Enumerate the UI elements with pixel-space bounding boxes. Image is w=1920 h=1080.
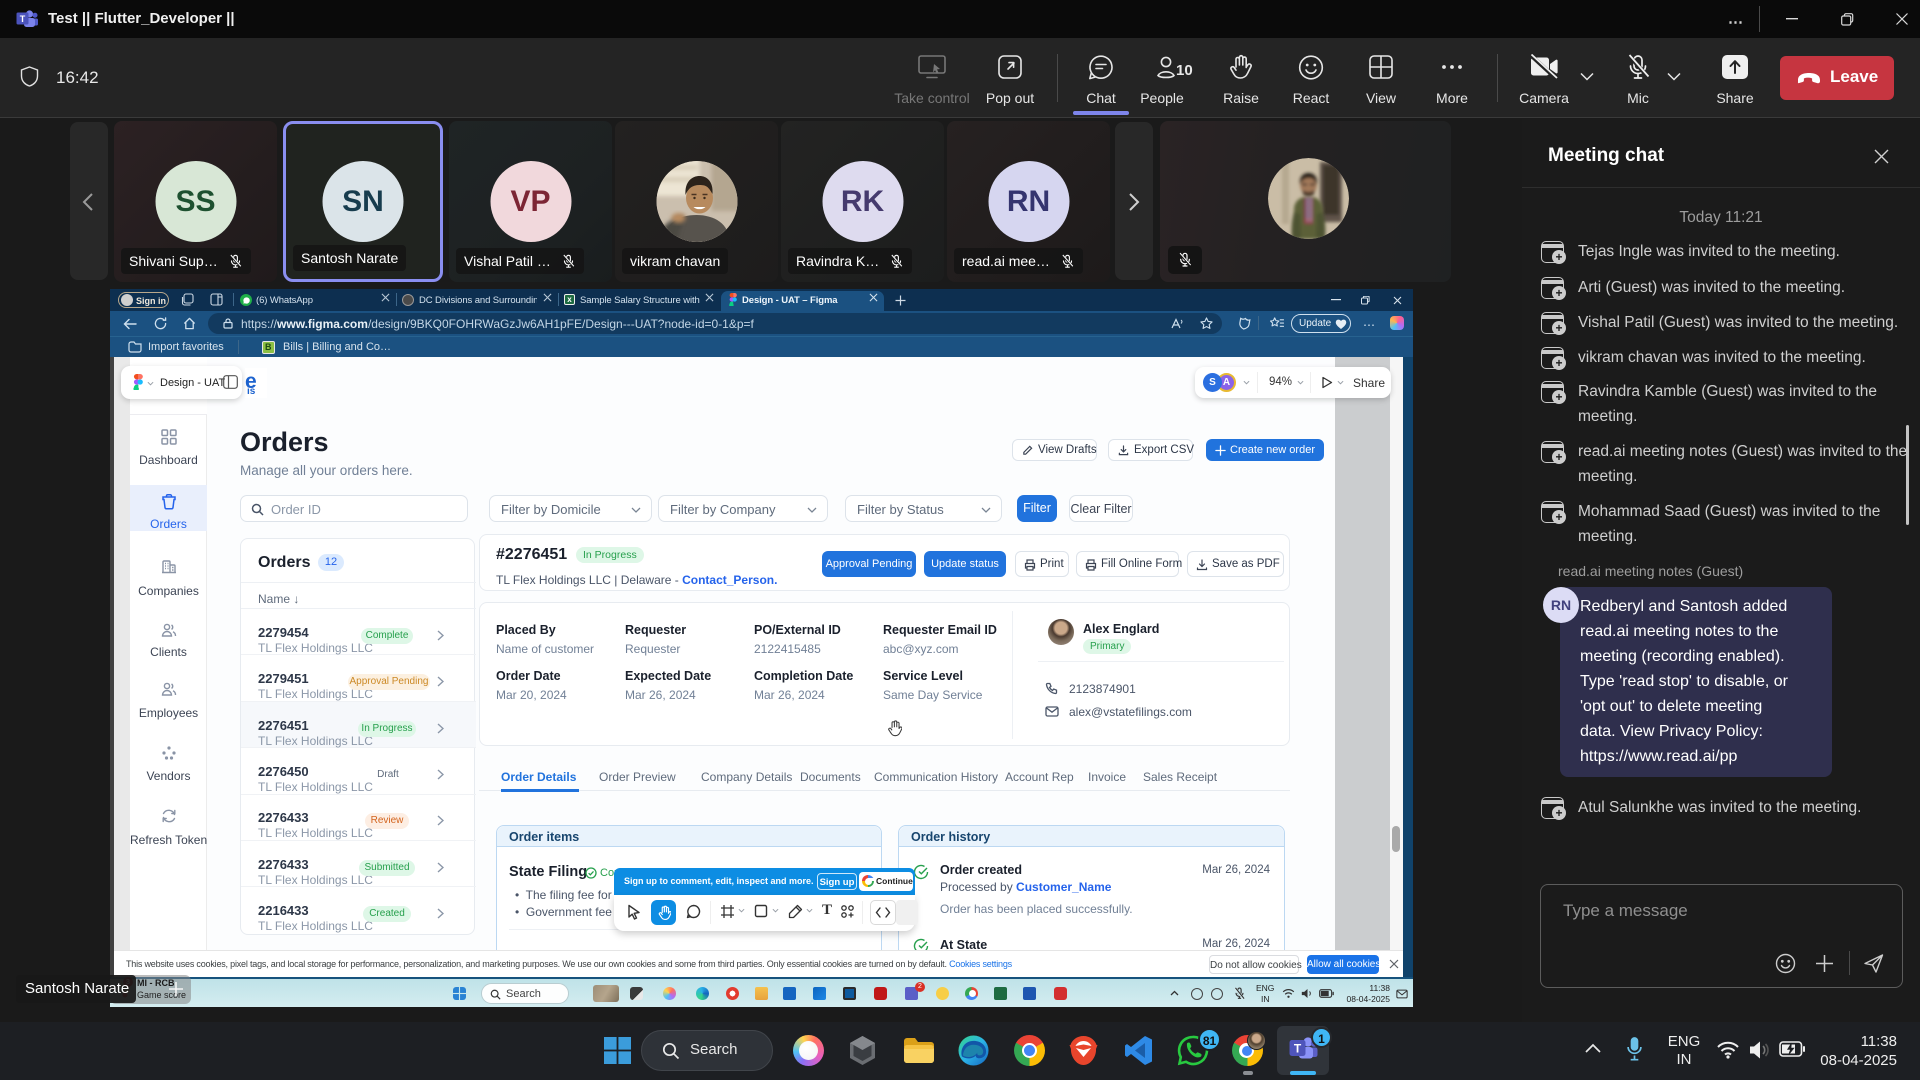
svg-text:T: T [20,14,26,24]
svg-text:T: T [1294,1042,1302,1056]
